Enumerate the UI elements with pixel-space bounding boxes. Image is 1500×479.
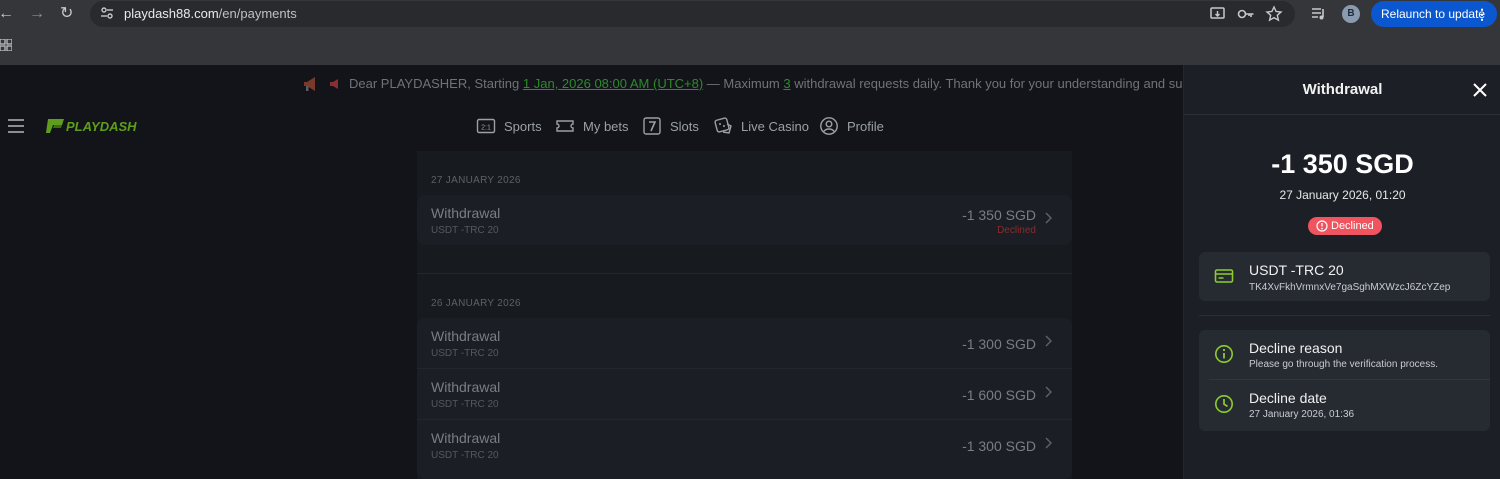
url-text[interactable]: playdash88.com/en/payments [124,6,297,21]
info-icon [1215,345,1233,363]
wallet-address: TK4XvFkhVrmnxVe7gaSghMXWzcJ6ZcYZep [1249,282,1451,293]
relaunch-label: Relaunch to update [1381,7,1486,21]
speaker-icon [330,79,338,89]
chevron-right-icon [1045,386,1052,398]
relaunch-button[interactable]: Relaunch to update ⋮ [1371,1,1497,27]
profile-icon [820,117,838,135]
star-icon[interactable] [1265,5,1283,23]
announcement-text: Dear PLAYDASHER, Starting 1 Jan, 2026 08… [349,76,1216,91]
announcement-date-link[interactable]: 1 Jan, 2026 08:00 AM (UTC+8) [523,76,703,91]
decline-info-panel: Decline reason Please go through the ver… [1199,330,1490,431]
panel-divider [1209,379,1490,380]
payments-page: Dear PLAYDASHER, Starting 1 Jan, 2026 08… [0,65,1216,479]
slots-seven-icon [643,117,661,135]
nav-slots-label: Slots [670,118,699,134]
transaction-card: Withdrawal USDT -TRC 20 -1 300 SGD Withd… [417,318,1072,479]
close-icon[interactable] [1472,82,1488,98]
playdash-logo[interactable]: PLAYDASH [46,116,156,136]
transaction-row[interactable]: Withdrawal USDT -TRC 20 -1 300 SGD [417,318,1072,368]
date-group-label: 27 JANUARY 2026 [431,175,521,186]
transaction-card: Withdrawal USDT -TRC 20 -1 350 SGD Decli… [417,195,1072,245]
key-icon[interactable] [1237,5,1255,23]
transaction-row[interactable]: Withdrawal USDT -TRC 20 -1 350 SGD Decli… [417,195,1072,245]
transaction-title: Withdrawal [431,379,501,395]
transaction-status: Declined [997,225,1036,236]
browser-toolbar: ← → ↻ playdash88.com/en/payments B Relau… [0,0,1500,28]
transaction-title: Withdrawal [431,328,501,344]
logo-mark: PLAYDASH [46,119,137,134]
sports-score-icon: 2:1 [476,118,496,134]
nav-slots[interactable]: Slots [642,115,699,137]
transaction-amount: -1 600 SGD [962,387,1036,403]
transaction-row[interactable]: Withdrawal USDT -TRC 20 -1 300 SGD [417,420,1072,470]
announcement-bar: Dear PLAYDASHER, Starting 1 Jan, 2026 08… [0,65,1216,103]
media-control-icon[interactable] [1310,5,1328,23]
nav-my-bets-label: My bets [583,118,629,134]
decline-reason-text: Please go through the verification proce… [1249,359,1438,370]
alert-circle-icon [1316,220,1328,232]
decline-reason-title: Decline reason [1249,340,1343,356]
nav-sports[interactable]: 2:1 Sports [476,115,542,137]
chevron-right-icon [1045,212,1052,224]
nav-sports-label: Sports [504,118,542,134]
drawer-header: Withdrawal [1184,65,1500,115]
reload-icon[interactable]: ↻ [60,4,73,24]
install-app-icon[interactable] [1209,5,1227,23]
megaphone-icon [304,77,315,91]
transaction-title: Withdrawal [431,430,501,446]
payment-method-name: USDT -TRC 20 [1249,262,1344,278]
url-path: /en/payments [218,6,297,21]
withdrawal-amount: -1 350 SGD [1271,149,1414,179]
transaction-method: USDT -TRC 20 [431,225,499,236]
apps-grid-icon[interactable] [0,39,12,51]
payment-method-panel: USDT -TRC 20 TK4XvFkhVrmnxVe7gaSghMXWzcJ… [1199,252,1490,301]
site-info-icon[interactable] [100,6,114,20]
chevron-right-icon [1045,437,1052,449]
profile-avatar[interactable]: B [1342,5,1360,23]
decline-date-text: 27 January 2026, 01:36 [1249,409,1355,420]
url-domain: playdash88.com [124,6,219,21]
status-badge: Declined [1308,217,1382,235]
forward-arrow-icon[interactable]: → [29,4,45,24]
transaction-row[interactable]: Withdrawal USDT -TRC 20 -1 600 SGD [417,369,1072,419]
transaction-title: Withdrawal [431,205,501,221]
site-header: PLAYDASH 2:1 Sports My bets Slots Live C… [0,103,1183,149]
chevron-right-icon [1045,335,1052,347]
nav-live-casino-label: Live Casino [741,118,809,134]
transactions-list: 27 JANUARY 2026 Withdrawal USDT -TRC 20 … [417,151,1072,479]
svg-text:2:1: 2:1 [481,125,491,132]
transaction-amount: -1 350 SGD [962,207,1036,223]
date-group-label: 26 JANUARY 2026 [431,298,521,309]
withdrawal-datetime: 27 January 2026, 01:20 [1279,188,1406,202]
dice-icon [714,117,732,134]
announcement-count-link[interactable]: 3 [783,76,790,91]
withdrawal-drawer: Withdrawal -1 350 SGD 27 January 2026, 0… [1183,65,1500,479]
transaction-method: USDT -TRC 20 [431,399,499,410]
transaction-method: USDT -TRC 20 [431,450,499,461]
nav-profile[interactable]: Profile [819,115,884,137]
card-icon [1214,269,1234,283]
decline-date-title: Decline date [1249,390,1327,406]
hamburger-menu-icon[interactable] [8,119,24,133]
status-badge-label: Declined [1331,220,1374,232]
transaction-amount: -1 300 SGD [962,336,1036,352]
group-divider [417,273,1072,274]
section-divider [1199,315,1490,316]
nav-live-casino[interactable]: Live Casino [713,115,809,137]
bookmarks-bar [0,28,1500,65]
kebab-menu-icon[interactable]: ⋮ [1475,1,1489,27]
transaction-method: USDT -TRC 20 [431,348,499,359]
clock-icon [1215,395,1233,413]
nav-profile-label: Profile [847,118,884,134]
logo-text: PLAYDASH [66,119,137,134]
drawer-title: Withdrawal [1302,81,1383,98]
transaction-amount: -1 300 SGD [962,438,1036,454]
back-arrow-icon[interactable]: ← [0,4,14,24]
ticket-icon [556,120,574,132]
nav-my-bets[interactable]: My bets [555,115,629,137]
